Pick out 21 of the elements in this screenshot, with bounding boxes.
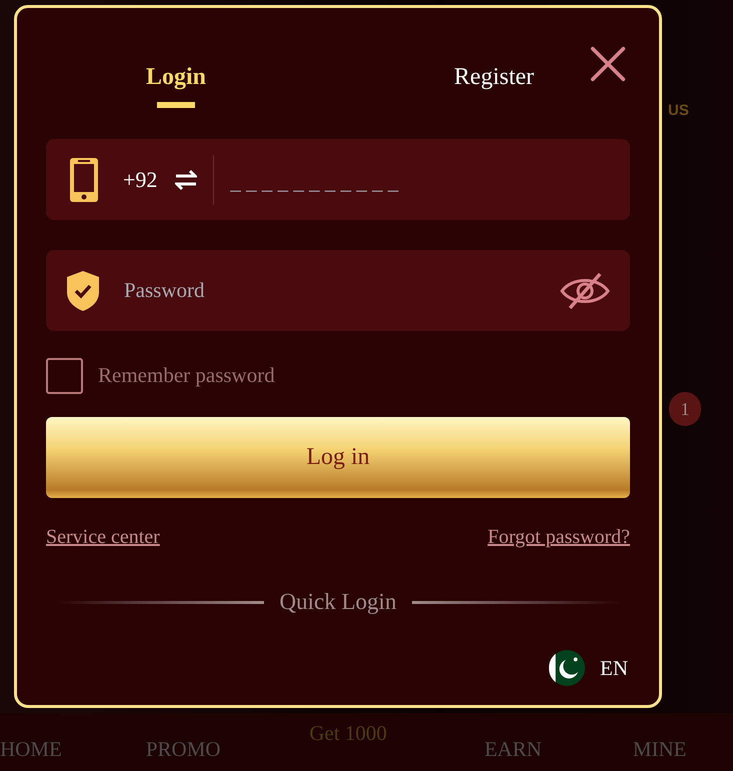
tab[interactable]: Register xyxy=(454,47,534,108)
link[interactable]: Forgot password? xyxy=(488,526,630,549)
phone-icon xyxy=(69,156,99,202)
count-badge: 1 xyxy=(669,392,701,426)
password-field[interactable]: Password xyxy=(46,250,630,331)
language-label[interactable]: EN xyxy=(600,656,628,680)
flag-icon[interactable] xyxy=(548,649,586,687)
swap-icon[interactable] xyxy=(175,168,198,190)
password-input[interactable]: Password xyxy=(122,277,560,304)
shield-check-icon xyxy=(66,270,100,312)
phone-input[interactable]: _ _ _ _ _ _ _ _ _ _ _ xyxy=(228,164,610,196)
link[interactable]: Service center xyxy=(46,526,160,549)
close-icon[interactable] xyxy=(590,46,626,82)
country-code[interactable]: +92 xyxy=(123,166,158,192)
login-button[interactable]: Log in xyxy=(46,417,630,498)
bonus-label: US xyxy=(668,102,689,119)
eye-slash-icon[interactable] xyxy=(560,270,610,310)
checkbox[interactable] xyxy=(46,358,83,394)
remember-label: Remember password xyxy=(98,363,275,388)
phone-field[interactable]: +92 _ _ _ _ _ _ _ _ _ _ _ xyxy=(46,139,630,220)
quick-login-label: Quick Login xyxy=(280,589,396,615)
